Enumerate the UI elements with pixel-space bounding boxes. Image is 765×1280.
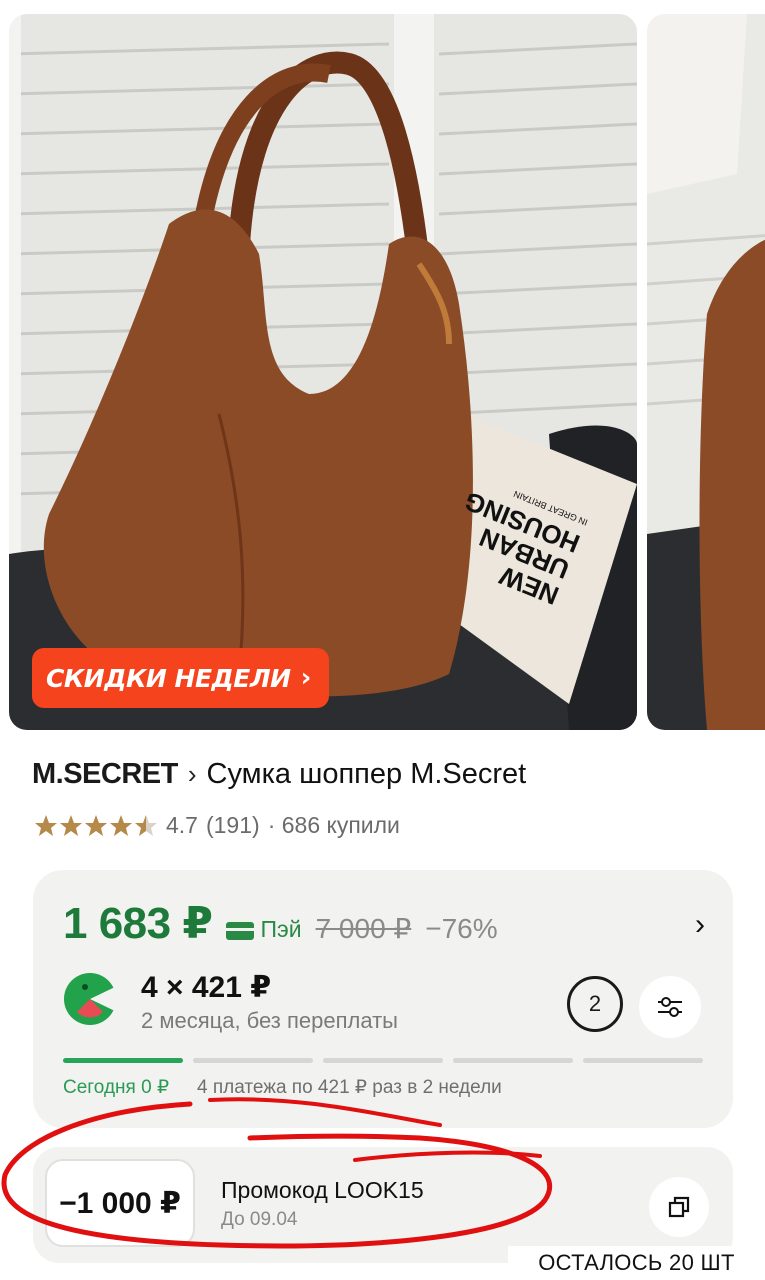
bag-photo-image: NEW URBAN HOUSING IN GREAT BRITAIN [9, 14, 637, 730]
payment-schedule: 4 платежа по 421 ₽ раз в 2 недели [197, 1077, 502, 1098]
product-gallery[interactable]: NEW URBAN HOUSING IN GREAT BRITAIN СКИДК… [0, 0, 765, 740]
progress-segment [583, 1058, 703, 1063]
progress-segment [63, 1058, 183, 1063]
stock-remaining-label: ОСТАЛОСЬ 20 ШТ [508, 1246, 765, 1280]
bag-photo-next-image [647, 14, 765, 730]
months-selector-button[interactable]: 2 [567, 976, 623, 1032]
pay-tag: Пэй [226, 915, 302, 943]
split-terms: 2 месяца, без переплаты [141, 1008, 398, 1033]
product-title: Сумка шоппер M.Secret [206, 758, 527, 790]
payment-labels: Сегодня 0 ₽ 4 платежа по 421 ₽ раз в 2 н… [63, 1076, 502, 1099]
price-line: 1 683 ₽ Пэй 7 000 ₽ −76% [63, 898, 498, 949]
rating-stars [34, 814, 158, 838]
card-icon [226, 922, 255, 940]
reviews-count[interactable]: (191) [206, 812, 260, 839]
product-title-row: M.SECRET › Сумка шоппер M.Secret [32, 758, 526, 791]
sliders-icon [658, 997, 682, 1017]
progress-segment [193, 1058, 313, 1063]
pay-label: Пэй [260, 915, 302, 942]
current-price: 1 683 ₽ [63, 899, 213, 948]
progress-segment [323, 1058, 443, 1063]
brand-link[interactable]: M.SECRET [32, 758, 178, 791]
split-settings-button[interactable] [639, 976, 701, 1038]
split-amount: 4 × 421 ₽ [141, 971, 272, 1004]
bought-count: · 686 купили [267, 812, 400, 838]
today-payment: Сегодня 0 ₽ [63, 1077, 170, 1098]
payment-progress [63, 1058, 703, 1063]
product-photo-main[interactable]: NEW URBAN HOUSING IN GREAT BRITAIN [9, 14, 637, 730]
promo-code-title: Промокод LOOK15 [221, 1177, 424, 1203]
chevron-right-icon: › [300, 663, 312, 693]
price-card[interactable]: 1 683 ₽ Пэй 7 000 ₽ −76% › 4 × 421 ₽ 2 м… [33, 870, 733, 1128]
promo-amount: −1 000 ₽ [45, 1159, 195, 1247]
split-logo-icon [64, 973, 117, 1025]
rating-value: 4.7 [166, 812, 198, 838]
discount-percent: −76% [425, 913, 498, 944]
chevron-right-icon: › [187, 759, 197, 789]
promo-expiry: До 09.04 [221, 1209, 298, 1230]
weekly-sale-badge[interactable]: СКИДКИ НЕДЕЛИ › [32, 648, 329, 708]
product-photo-next[interactable] [647, 14, 765, 730]
progress-segment [453, 1058, 573, 1063]
sale-badge-label: СКИДКИ НЕДЕЛИ [46, 663, 291, 693]
months-value: 2 [588, 991, 602, 1016]
rating-row[interactable]: 4.7 (191) · 686 купили [34, 812, 400, 839]
star-rating-icon [35, 814, 157, 836]
copy-icon [668, 1196, 690, 1218]
chevron-right-icon[interactable]: › [695, 908, 705, 942]
old-price: 7 000 ₽ [315, 913, 412, 944]
copy-promo-button[interactable] [649, 1177, 709, 1237]
